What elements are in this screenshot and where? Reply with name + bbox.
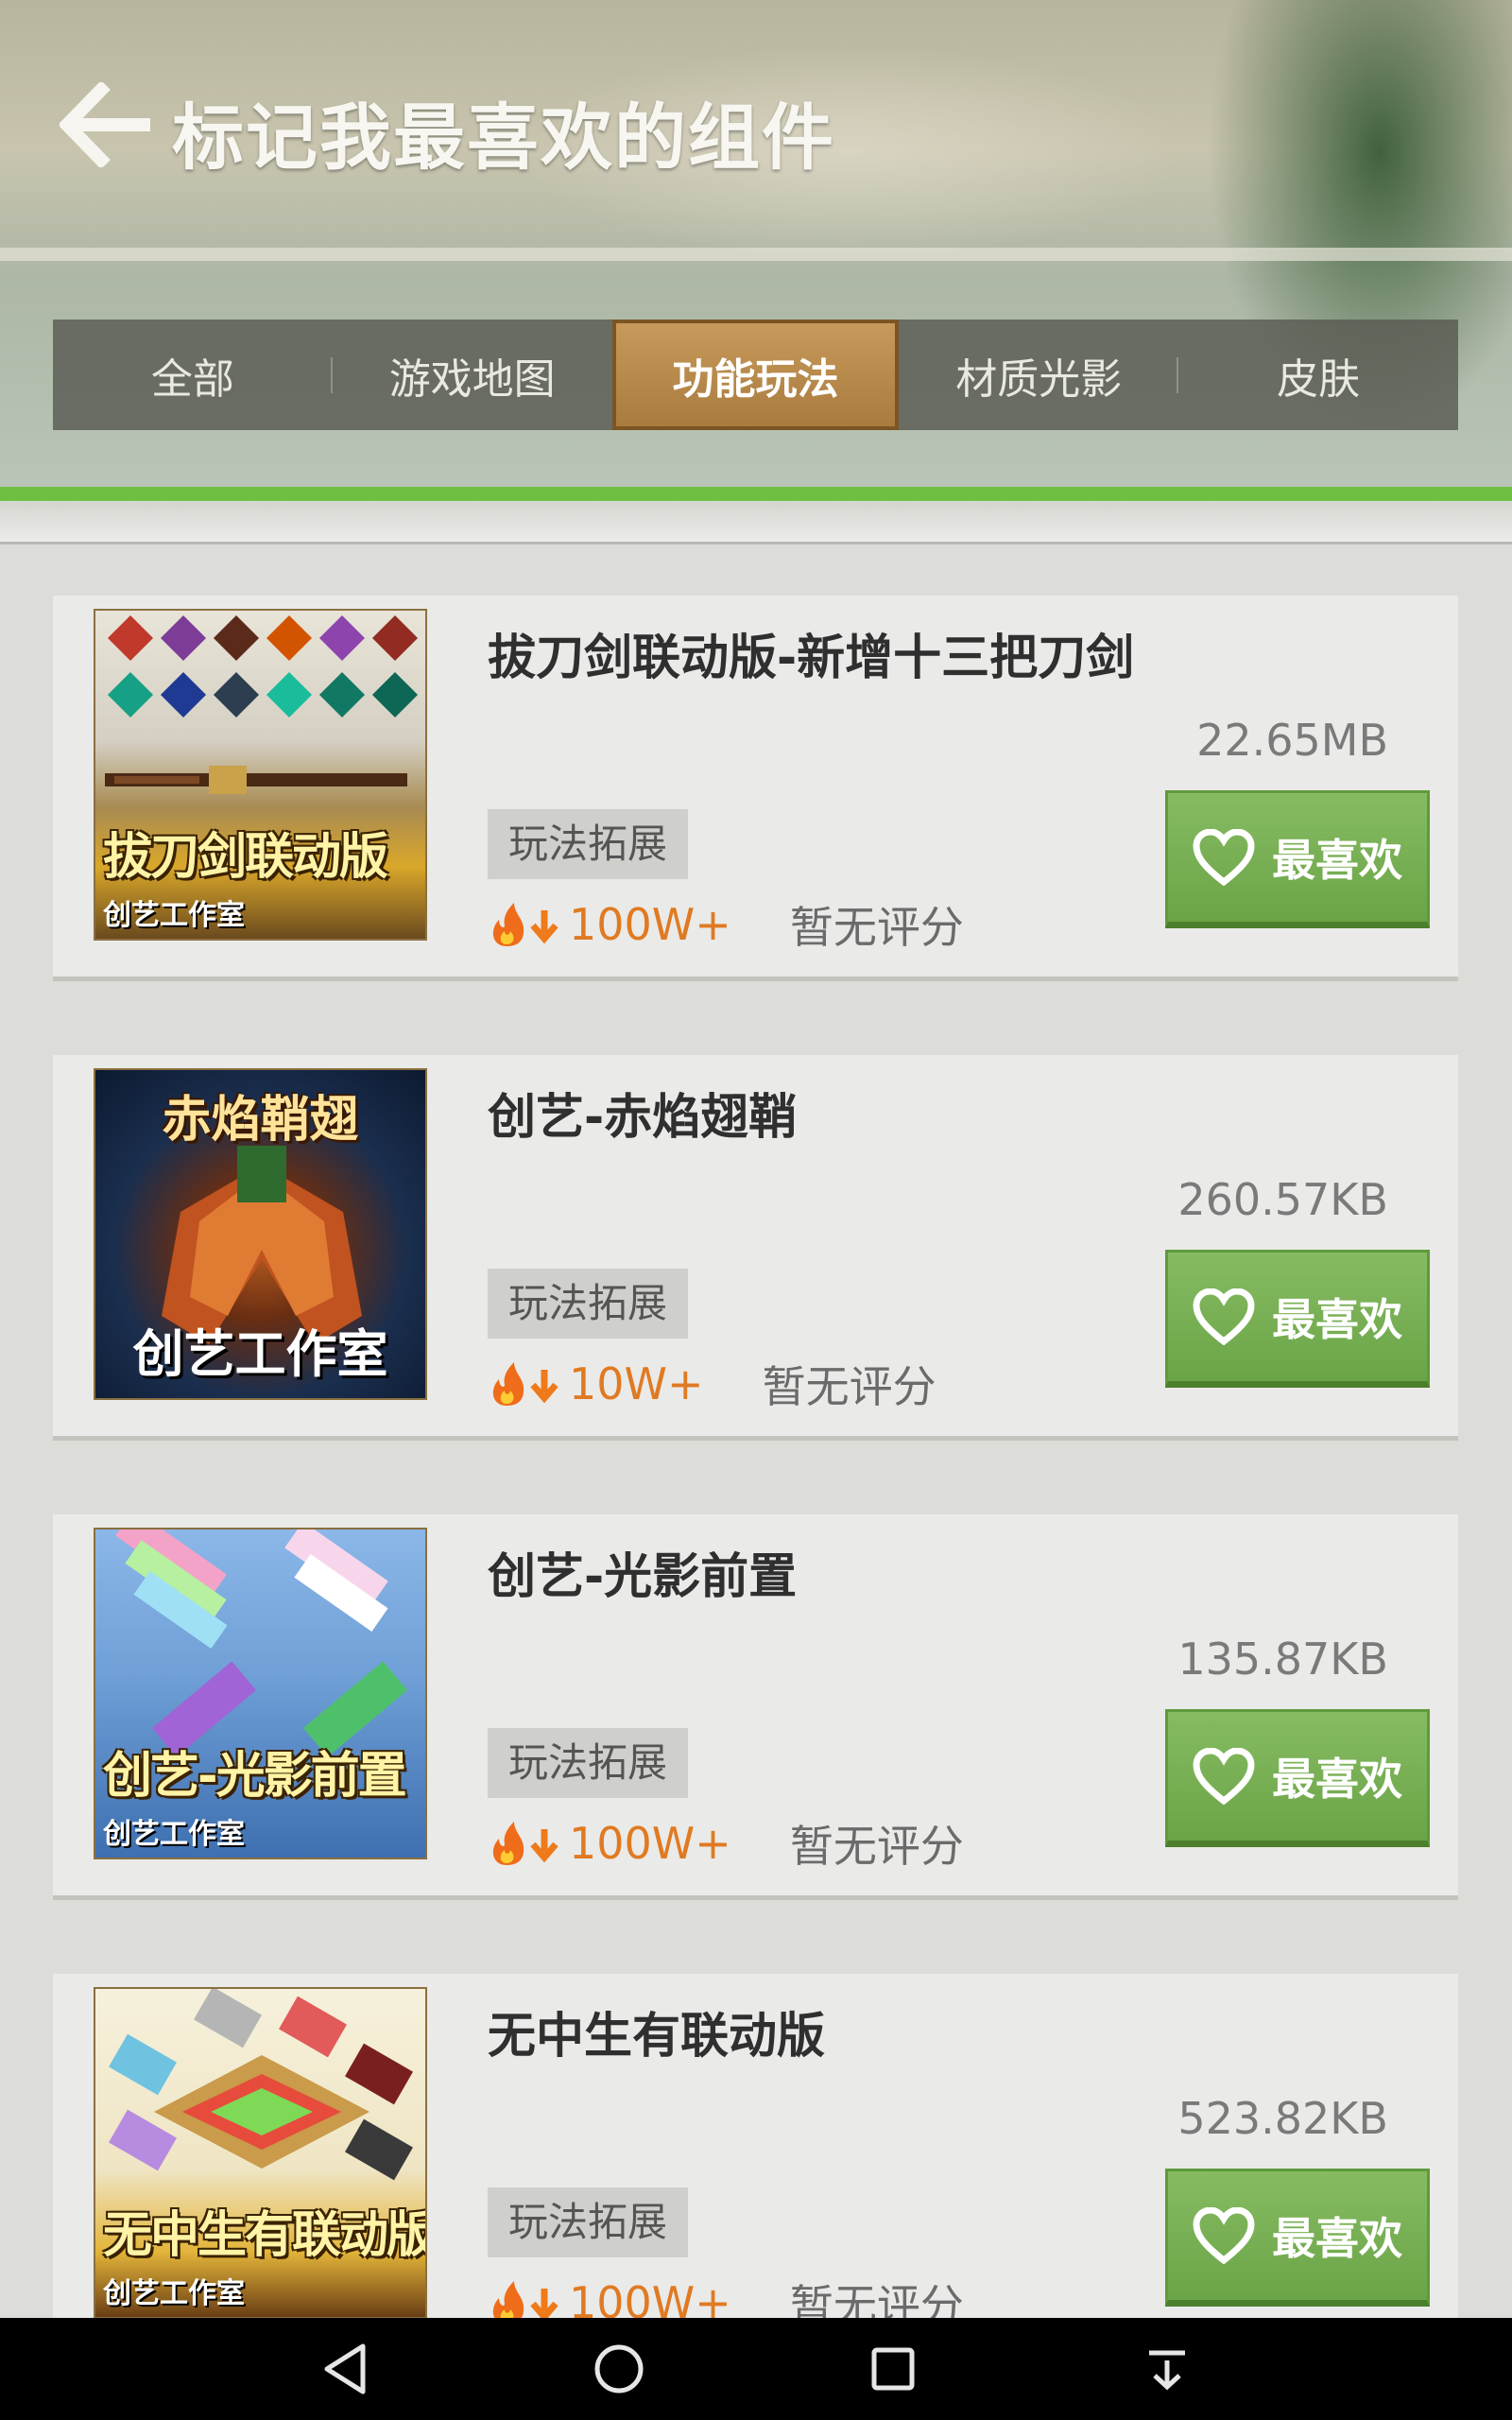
list-top-divider [0, 502, 1512, 544]
nav-notifications-button[interactable] [1134, 2336, 1200, 2402]
category-tabs: 全部 游戏地图 功能玩法 材质光影 皮肤 [53, 320, 1458, 430]
hot-download-icon [492, 1822, 558, 1865]
item-title[interactable]: 创艺-赤焰翅鞘 [488, 1078, 797, 1148]
tab-label: 游戏地图 [388, 354, 556, 404]
item-thumbnail[interactable]: 无中生有联动版 创艺工作室 [94, 1987, 427, 2319]
thumb-caption: 无中生有联动版 [103, 2207, 427, 2264]
heart-icon [1193, 2207, 1255, 2264]
item-title[interactable]: 无中生有联动版 [488, 1996, 825, 2066]
list-item[interactable]: 无中生有联动版 创艺工作室 无中生有联动版 523.82KB 玩法拓展 100W… [53, 1974, 1458, 2360]
item-size: 260.57KB [1177, 1174, 1388, 1225]
hot-download-icon [492, 1362, 558, 1406]
thumb-caption: 创艺-光影前置 [103, 1748, 407, 1805]
item-stats: 10W+ 暂无评分 [488, 1356, 936, 1412]
item-rating: 暂无评分 [789, 1821, 964, 1872]
favorite-button[interactable]: 最喜欢 [1165, 1709, 1430, 1847]
item-thumbnail[interactable]: 拔刀剑联动版 创艺工作室 [94, 609, 427, 941]
tab-label: 皮肤 [1277, 354, 1361, 404]
nav-back-button[interactable] [312, 2336, 378, 2402]
tab-label: 全部 [150, 354, 234, 404]
item-title[interactable]: 拔刀剑联动版-新增十三把刀剑 [488, 618, 1134, 688]
header-band [0, 248, 1512, 261]
list-item[interactable]: 赤焰鞘翅 创艺工作室 创艺-赤焰翅鞘 260.57KB 玩法拓展 10W+ 暂无… [53, 1055, 1458, 1441]
heart-icon [1193, 1748, 1255, 1805]
list-item[interactable]: 创艺-光影前置 创艺工作室 创艺-光影前置 135.87KB 玩法拓展 100W… [53, 1514, 1458, 1900]
item-size: 22.65MB [1196, 715, 1388, 766]
item-stats: 100W+ 暂无评分 [488, 896, 964, 953]
item-rating: 暂无评分 [789, 902, 964, 953]
favorite-label: 最喜欢 [1272, 1754, 1402, 1805]
item-thumbnail[interactable]: 赤焰鞘翅 创艺工作室 [94, 1068, 427, 1400]
item-size: 135.87KB [1177, 1634, 1388, 1685]
header-banner: 标记我最喜欢的组件 全部 游戏地图 功能玩法 材质光影 皮肤 [0, 0, 1512, 501]
thumb-studio: 创艺工作室 [103, 1818, 245, 1851]
back-arrow-icon [60, 82, 150, 167]
circle-home-icon [594, 2344, 644, 2394]
item-tag: 玩法拓展 [488, 1728, 689, 1798]
nav-recents-button[interactable] [860, 2336, 926, 2402]
tab-textures-shaders[interactable]: 材质光影 [899, 320, 1179, 430]
item-tag: 玩法拓展 [488, 1269, 689, 1339]
tab-all[interactable]: 全部 [53, 320, 333, 430]
favorite-label: 最喜欢 [1272, 1294, 1402, 1345]
item-tag: 玩法拓展 [488, 809, 689, 879]
katana-image [105, 766, 407, 794]
tab-skins[interactable]: 皮肤 [1178, 320, 1458, 430]
triangle-back-icon [324, 2343, 366, 2394]
item-tag: 玩法拓展 [488, 2187, 689, 2257]
list-item[interactable]: 拔刀剑联动版 创艺工作室 拔刀剑联动版-新增十三把刀剑 22.65MB 玩法拓展… [53, 596, 1458, 981]
tab-game-maps[interactable]: 游戏地图 [333, 320, 612, 430]
heart-icon [1193, 1288, 1255, 1345]
thumb-studio: 创艺工作室 [103, 899, 245, 932]
system-nav-bar [0, 2318, 1512, 2420]
tab-gameplay[interactable]: 功能玩法 [611, 320, 900, 430]
favorite-button[interactable]: 最喜欢 [1165, 1250, 1430, 1388]
item-downloads: 100W+ [569, 1818, 731, 1869]
thumb-studio: 创艺工作室 [132, 1324, 388, 1384]
item-thumbnail[interactable]: 创艺-光影前置 创艺工作室 [94, 1528, 427, 1859]
item-size: 523.82KB [1177, 2093, 1388, 2144]
item-downloads: 100W+ [569, 899, 731, 950]
heart-icon [1193, 829, 1255, 886]
favorite-label: 最喜欢 [1272, 835, 1402, 886]
item-downloads: 10W+ [569, 1358, 704, 1409]
item-rating: 暂无评分 [762, 1361, 936, 1412]
tab-label: 材质光影 [955, 354, 1123, 404]
pull-down-icon [1149, 2350, 1185, 2391]
tab-label: 功能玩法 [672, 354, 839, 404]
favorite-label: 最喜欢 [1272, 2213, 1402, 2264]
accent-line [0, 487, 1512, 501]
thumb-caption: 赤焰鞘翅 [162, 1092, 359, 1149]
favorite-button[interactable]: 最喜欢 [1165, 2169, 1430, 2307]
back-button[interactable] [55, 78, 159, 172]
square-recents-icon [871, 2347, 915, 2391]
sword-icons-grid [107, 614, 419, 718]
favorite-button[interactable]: 最喜欢 [1165, 790, 1430, 928]
nav-home-button[interactable] [586, 2336, 652, 2402]
thumb-studio: 创艺工作室 [103, 2277, 245, 2310]
hot-download-icon [492, 903, 558, 946]
page-title: 标记我最喜欢的组件 [172, 95, 835, 180]
item-title[interactable]: 创艺-光影前置 [488, 1537, 797, 1607]
item-stats: 100W+ 暂无评分 [488, 1815, 964, 1872]
thumb-caption: 拔刀剑联动版 [103, 829, 388, 886]
